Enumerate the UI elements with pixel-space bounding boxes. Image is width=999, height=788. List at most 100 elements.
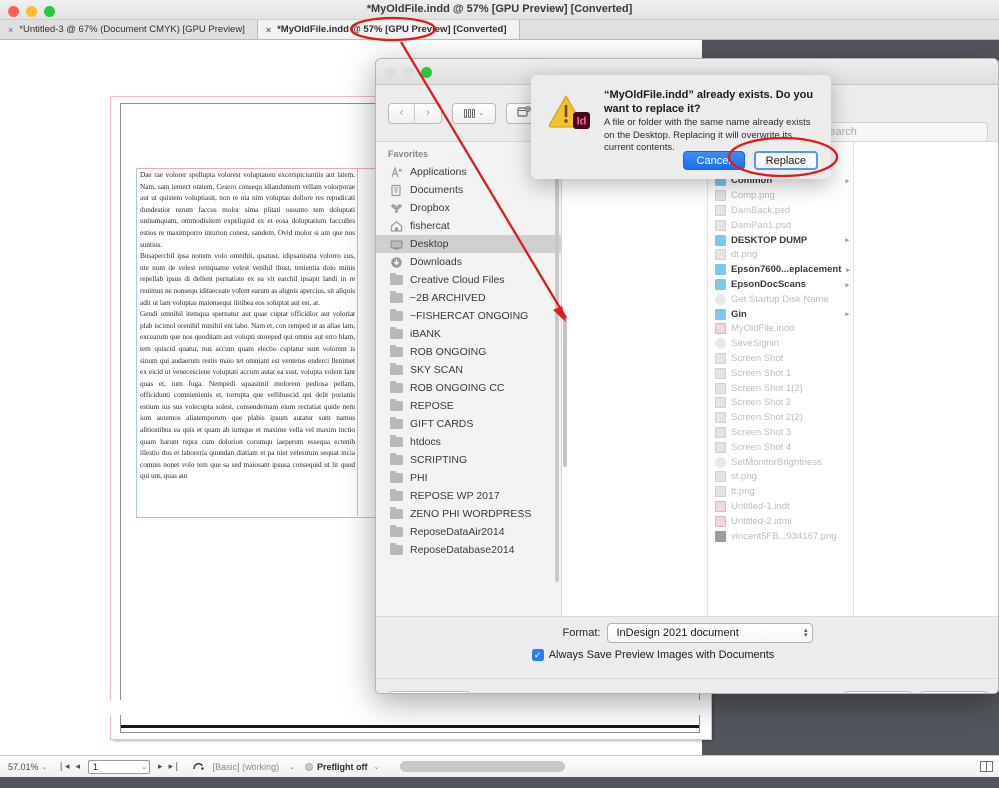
disclosure-arrow-icon[interactable]: ▸ [846, 266, 850, 274]
file-row[interactable]: MyOldFile.indd [708, 322, 853, 337]
file-row[interactable]: Untitled-1.indt [708, 499, 853, 514]
search-input[interactable]: Search [813, 122, 988, 142]
chevron-down-icon[interactable]: ⌄ [289, 763, 295, 771]
sidebar-item-rob-ongoing-cc[interactable]: ROB ONGOING CC [376, 379, 561, 397]
sidebar-item-2b-archived[interactable]: ~2B ARCHIVED [376, 289, 561, 307]
disclosure-arrow-icon[interactable]: ▸ [845, 310, 849, 318]
close-icon[interactable]: × [8, 25, 13, 35]
folder-icon [390, 398, 403, 413]
chevron-down-icon[interactable]: ⌄ [141, 763, 147, 771]
sidebar-item-documents[interactable]: Documents [376, 181, 561, 199]
file-row[interactable]: vincent5FB...934167.png [708, 529, 853, 544]
disclosure-arrow-icon[interactable]: ▸ [845, 177, 849, 185]
preflight-label: Preflight off [316, 761, 368, 772]
scrollbar-thumb[interactable] [400, 760, 566, 772]
file-column-2[interactable]: 7600NozzleTestASImageCatalog.scptCommon▸… [708, 142, 854, 617]
disclosure-arrow-icon[interactable]: ▸ [845, 236, 849, 244]
new-folder-button[interactable]: New Folder [388, 690, 471, 693]
file-row[interactable]: Screen Shot [708, 351, 853, 366]
file-row[interactable]: DamPan1.psd [708, 218, 853, 233]
file-column-3[interactable] [854, 142, 998, 617]
back-icon[interactable]: ‹ [389, 103, 415, 123]
file-row[interactable]: Screen Shot 3 [708, 425, 853, 440]
zoom-level-value: 57.01% [8, 761, 39, 772]
file-row[interactable]: Screen Shot 1(2) [708, 381, 853, 396]
file-row[interactable]: DamBack.psd [708, 203, 853, 218]
split-layout-icon[interactable] [980, 761, 993, 772]
previous-page-button[interactable]: ◂ [72, 761, 83, 772]
navigation-segmented-control[interactable]: ‹ › [388, 102, 442, 124]
file-row[interactable]: Screen Shot 4 [708, 440, 853, 455]
sidebar-item-reposedataair2014[interactable]: ReposeDataAir2014 [376, 523, 561, 541]
file-label: Get Startup Disk Name [731, 293, 829, 305]
sidebar-item-phi[interactable]: PHI [376, 469, 561, 487]
file-row[interactable]: tt.png [708, 484, 853, 499]
sidebar-item-creative-cloud-files[interactable]: Creative Cloud Files [376, 271, 561, 289]
sidebar-item-repose-wp-2017[interactable]: REPOSE WP 2017 [376, 487, 561, 505]
sidebar-item-reposedatabase2014[interactable]: ReposeDatabase2014 [376, 541, 561, 559]
sidebar-item-ibank[interactable]: iBANK [376, 325, 561, 343]
page-number-input[interactable]: 1 ⌄ [88, 759, 150, 774]
sidebar-item-dropbox[interactable]: Dropbox [376, 199, 561, 217]
dialog-zoom-button[interactable] [421, 67, 432, 78]
cancel-button[interactable]: Cancel [844, 690, 912, 693]
chevron-down-icon[interactable]: ⌄ [373, 763, 379, 771]
forward-icon[interactable]: › [415, 104, 441, 123]
horizontal-scrollbar[interactable] [385, 756, 980, 778]
tab-label: *Untitled-3 @ 67% (Document CMYK) [GPU P… [19, 24, 245, 35]
alert-replace-button[interactable]: Replace [753, 151, 818, 170]
sidebar-item-fishercat[interactable]: fishercat [376, 217, 561, 235]
tab-myoldfile[interactable]: × *MyOldFile.indd @ 57% [GPU Preview] [C… [257, 20, 520, 39]
file-row[interactable]: Untitled-2.idml [708, 514, 853, 529]
sidebar-item-repose[interactable]: REPOSE [376, 397, 561, 415]
sidebar-scrollbar[interactable] [555, 152, 559, 582]
sidebar-item-downloads[interactable]: Downloads [376, 253, 561, 271]
page-tool-icon[interactable] [192, 760, 205, 774]
file-row[interactable]: EpsonDocScans ▸ [708, 277, 853, 292]
chevron-down-icon[interactable]: ⌄ [42, 763, 48, 771]
file-row[interactable]: dt.png [708, 248, 853, 263]
file-row[interactable]: DESKTOP DUMP ▸ [708, 233, 853, 248]
format-select[interactable]: InDesign 2021 document ▴ ▾ [607, 623, 814, 643]
file-row[interactable]: Screen Shot 2(2) [708, 410, 853, 425]
next-page-button[interactable]: ▸ [155, 761, 166, 772]
disclosure-arrow-icon[interactable]: ▸ [845, 281, 849, 289]
sidebar-item-gift-cards[interactable]: GIFT CARDS [376, 415, 561, 433]
tab-untitled-3[interactable]: × *Untitled-3 @ 67% (Document CMYK) [GPU… [0, 20, 258, 39]
file-browser-columns[interactable]: 7600NozzleTestASImageCatalog.scptCommon▸… [562, 142, 998, 617]
file-row[interactable]: Gin ▸ [708, 307, 853, 322]
save-button[interactable]: Save [920, 690, 988, 693]
text-frame[interactable]: Dae rae volorer spellupta volorest volup… [136, 168, 358, 516]
preview-images-checkbox[interactable]: ✓ [531, 649, 544, 661]
file-row[interactable]: Epson7600...eplacement ▸ [708, 262, 853, 277]
sidebar-item-htdocs[interactable]: htdocs [376, 433, 561, 451]
file-row[interactable]: Screen Shot 1 [708, 366, 853, 381]
replace-confirmation-alert: Id “MyOldFile.indd” already exists. Do y… [531, 75, 831, 179]
file-row[interactable]: st.png [708, 470, 853, 485]
sidebar-item-zeno-phi-wordpress[interactable]: ZENO PHI WORDPRESS [376, 505, 561, 523]
sidebar-item-label: Creative Cloud Files [410, 274, 505, 286]
file-row[interactable]: SaveSignin [708, 336, 853, 351]
file-row[interactable]: Comp.png [708, 188, 853, 203]
view-mode-button[interactable]: ⌄ [452, 102, 496, 124]
sidebar-item-sky-scan[interactable]: SKY SCAN [376, 361, 561, 379]
sidebar-item-fishercat-ongoing[interactable]: ~FISHERCAT ONGOING [376, 307, 561, 325]
sidebar-item-scripting[interactable]: SCRIPTING [376, 451, 561, 469]
sidebar-item-rob-ongoing[interactable]: ROB ONGOING [376, 343, 561, 361]
chevron-down-icon[interactable]: ⌄ [478, 109, 484, 117]
sidebar-item-desktop[interactable]: Desktop [376, 235, 561, 253]
file-row[interactable]: Get Startup Disk Name [708, 292, 853, 307]
alert-cancel-button[interactable]: Cancel [682, 151, 745, 170]
last-page-button[interactable]: ▸❘ [166, 761, 184, 772]
file-column-1[interactable] [562, 142, 708, 617]
file-row[interactable]: Screen Shot 2 [708, 396, 853, 411]
image-icon [715, 219, 726, 231]
close-icon[interactable]: × [266, 25, 271, 35]
first-page-button[interactable]: ❘◂ [54, 761, 72, 772]
dialog-minimize-button [403, 67, 414, 78]
dialog-sidebar[interactable]: Favorites Applications Documents Dropbox fi… [376, 142, 562, 617]
zoom-level-control[interactable]: 57.01% ⌄ [8, 762, 47, 772]
column-scrollbar[interactable] [563, 317, 567, 467]
file-row[interactable]: SetMonitorBrightness [708, 455, 853, 470]
stepper-icon[interactable]: ▴ ▾ [804, 627, 808, 639]
